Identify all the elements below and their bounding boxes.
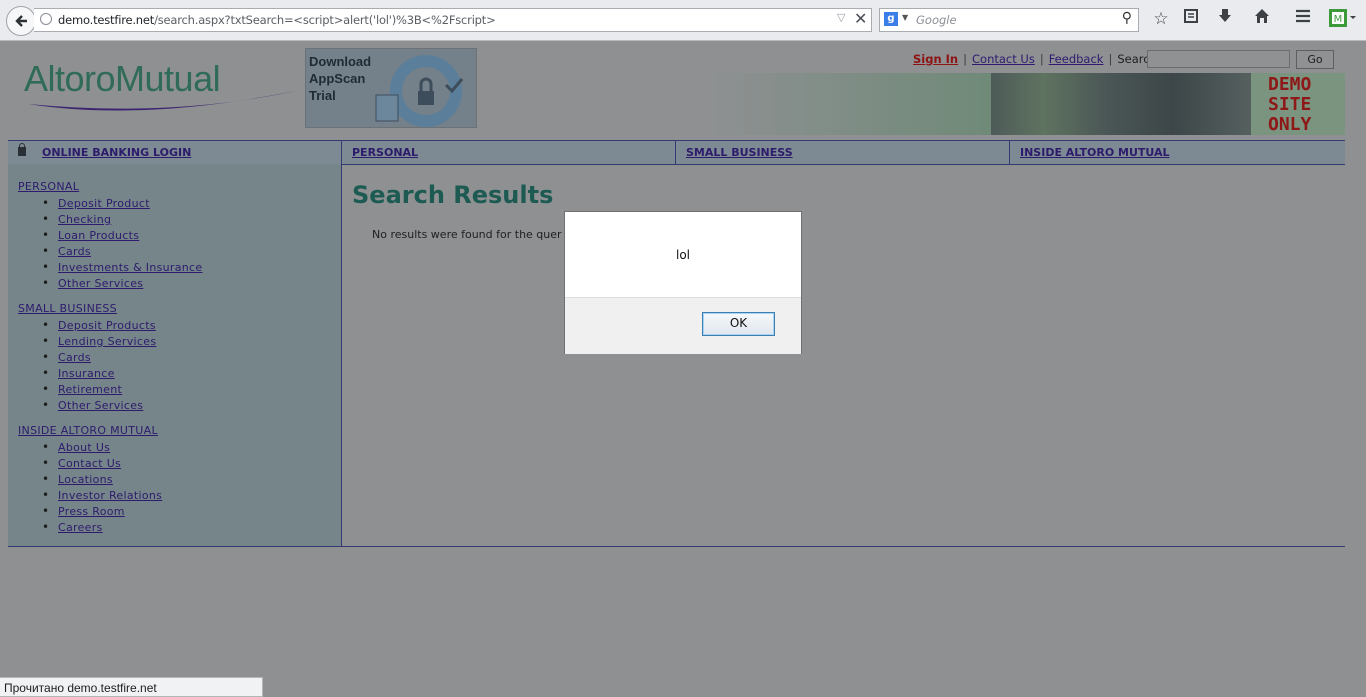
sidebar-item[interactable]: Locations xyxy=(42,471,162,487)
sidebar-item[interactable]: Checking xyxy=(42,211,202,227)
address-url: demo.testfire.net/search.aspx?txtSearch=… xyxy=(58,13,496,27)
back-button[interactable] xyxy=(6,6,36,36)
people-photo xyxy=(991,73,1251,135)
feedback-link[interactable]: Feedback xyxy=(1049,52,1104,66)
nav-personal-cell: PERSONAL xyxy=(342,141,676,164)
ad-text: Download AppScan Trial xyxy=(309,54,372,103)
sidebar-item[interactable]: Insurance xyxy=(42,365,156,381)
sidebar-item[interactable]: Investor Relations xyxy=(42,487,162,503)
no-results-text: No results were found for the quer xyxy=(372,228,562,241)
nav-inside-altoro-link[interactable]: INSIDE ALTORO MUTUAL xyxy=(1020,146,1170,159)
google-engine-icon[interactable]: g xyxy=(884,12,898,26)
stop-icon[interactable]: ✕ xyxy=(854,9,867,28)
sidebar-item[interactable]: Investments & Insurance xyxy=(42,259,202,275)
download-icon[interactable] xyxy=(1214,8,1236,30)
sidebar-item[interactable]: Deposit Products xyxy=(42,317,156,333)
search-icon[interactable]: ⚲ xyxy=(1122,10,1132,26)
page: AltoroMutual Download AppScan Trial Sign… xyxy=(0,41,1366,675)
sidebar-personal-list: Deposit Product Checking Loan Products C… xyxy=(42,195,202,291)
sidebar-item[interactable]: Deposit Product xyxy=(42,195,202,211)
sidebar-item[interactable]: Loan Products xyxy=(42,227,202,243)
go-button[interactable]: Go xyxy=(1296,50,1334,69)
sidebar-item[interactable]: Retirement xyxy=(42,381,156,397)
sidebar-item[interactable]: Lending Services xyxy=(42,333,156,349)
nav-personal-link[interactable]: PERSONAL xyxy=(352,146,418,159)
sidebar-small-business-list: Deposit Products Lending Services Cards … xyxy=(42,317,156,413)
online-banking-login-link[interactable]: ONLINE BANKING LOGIN xyxy=(42,146,191,159)
search-bar[interactable]: g ▼ Google ⚲ xyxy=(879,8,1139,32)
altoro-logo[interactable]: AltoroMutual xyxy=(24,58,304,118)
sidebar-item[interactable]: Press Room xyxy=(42,503,162,519)
nav-small-business-cell: SMALL BUSINESS xyxy=(676,141,1010,164)
status-bar: Прочитано demo.testfire.net xyxy=(0,677,263,697)
nav-inside-cell: INSIDE ALTORO MUTUAL xyxy=(1010,141,1345,164)
sidebar-small-business-title[interactable]: SMALL BUSINESS xyxy=(18,302,117,315)
reading-list-icon[interactable] xyxy=(1180,8,1202,30)
header-photo xyxy=(709,73,1345,135)
alert-footer: OK xyxy=(565,297,801,354)
sign-in-link[interactable]: Sign In xyxy=(913,52,958,66)
top-links: Sign In | Contact Us | Feedback | Search xyxy=(913,52,1157,66)
back-arrow-icon xyxy=(15,15,27,27)
lock-icon xyxy=(18,143,26,156)
sidebar: PERSONAL Deposit Product Checking Loan P… xyxy=(8,164,342,547)
alert-message: lol xyxy=(675,248,690,262)
bookmark-star-icon[interactable]: ☆ xyxy=(1150,8,1172,30)
home-icon[interactable] xyxy=(1251,8,1273,30)
history-dropdown-icon[interactable]: ▽ xyxy=(837,11,845,24)
ok-button[interactable]: OK xyxy=(702,312,775,336)
sidebar-inside-title[interactable]: INSIDE ALTORO MUTUAL xyxy=(18,424,158,437)
contact-us-link[interactable]: Contact Us xyxy=(972,52,1035,66)
appscan-cycle-icon xyxy=(375,55,464,127)
sidebar-item[interactable]: Cards xyxy=(42,243,202,259)
chevron-down-icon[interactable]: ▼ xyxy=(902,13,908,22)
svg-text:M: M xyxy=(1334,14,1343,25)
sidebar-item[interactable]: About Us xyxy=(42,439,162,455)
main-nav: ONLINE BANKING LOGIN PERSONAL SMALL BUSI… xyxy=(8,140,1345,165)
appscan-ad-banner[interactable]: Download AppScan Trial xyxy=(305,48,477,128)
search-placeholder: Google xyxy=(916,13,957,27)
content-divider xyxy=(8,546,1345,547)
logo-swoosh xyxy=(28,90,300,111)
menu-icon[interactable] xyxy=(1292,8,1314,30)
sidebar-item[interactable]: Cards xyxy=(42,349,156,365)
page-title: Search Results xyxy=(352,181,554,209)
extension-icon[interactable]: M xyxy=(1326,8,1360,30)
sidebar-item[interactable]: Other Services xyxy=(42,397,156,413)
sidebar-personal-title[interactable]: PERSONAL xyxy=(18,180,79,193)
sidebar-inside-list: About Us Contact Us Locations Investor R… xyxy=(42,439,162,535)
alert-dialog: lol OK xyxy=(564,211,802,354)
nav-small-business-link[interactable]: SMALL BUSINESS xyxy=(686,146,793,159)
browser-toolbar: demo.testfire.net/search.aspx?txtSearch=… xyxy=(0,0,1366,41)
site-search-input[interactable] xyxy=(1147,50,1290,68)
nav-login-cell: ONLINE BANKING LOGIN xyxy=(8,141,342,164)
address-bar[interactable]: demo.testfire.net/search.aspx?txtSearch=… xyxy=(34,8,872,32)
demo-site-banner: DEMO SITE ONLY xyxy=(1251,73,1345,135)
sidebar-item[interactable]: Contact Us xyxy=(42,455,162,471)
globe-icon xyxy=(40,13,52,25)
sidebar-item[interactable]: Careers xyxy=(42,519,162,535)
sidebar-item[interactable]: Other Services xyxy=(42,275,202,291)
status-text: Прочитано demo.testfire.net xyxy=(4,681,157,695)
